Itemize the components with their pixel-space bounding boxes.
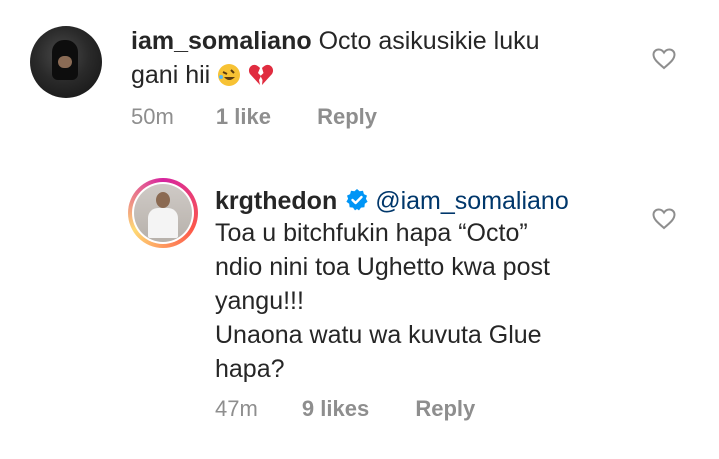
- avatar[interactable]: [30, 26, 102, 98]
- heart-icon[interactable]: [652, 48, 676, 70]
- reply-username[interactable]: krgthedon: [215, 187, 337, 215]
- comment-text-line-1: iam_somaliano Octo asikusikie luku: [131, 24, 540, 58]
- reply-likes[interactable]: 9 likes: [302, 396, 369, 422]
- reply-text-line-1: Toa u bitchfukin hapa “Octo”: [215, 219, 528, 247]
- reply-text-line-2: ndio nini toa Ughetto kwa post: [215, 253, 550, 281]
- broken-heart-icon: [249, 64, 274, 85]
- reply-text-line-5: hapa?: [215, 355, 285, 383]
- reply-button[interactable]: Reply: [317, 104, 377, 130]
- reply-meta: 47m 9 likes Reply: [215, 396, 475, 422]
- rolling-on-floor-laughing-icon: [218, 64, 241, 86]
- comment-1: iam_somaliano Octo asikusikie luku gani …: [0, 0, 719, 150]
- avatar[interactable]: [134, 184, 192, 242]
- comment-meta: 50m 1 like Reply: [131, 104, 377, 130]
- reply-text-line-3: yangu!!!: [215, 287, 304, 315]
- avatar-head: [156, 192, 170, 208]
- avatar-body: [148, 208, 178, 238]
- verified-badge-icon: [346, 189, 368, 211]
- reply-button[interactable]: Reply: [415, 396, 475, 422]
- reply-header: krgthedon @iam_somaliano: [215, 184, 569, 218]
- comment-2: krgthedon @iam_somaliano Toa u bitchfuki…: [0, 170, 719, 459]
- reply-text-line-4: Unaona watu wa kuvuta Glue: [215, 321, 542, 349]
- comment-text: Octo asikusikie luku: [318, 27, 540, 55]
- reply-time: 47m: [215, 396, 258, 421]
- comment-username[interactable]: iam_somaliano: [131, 27, 312, 55]
- comment-text-line-2: gani hii: [131, 58, 274, 92]
- mention-link[interactable]: @iam_somaliano: [375, 187, 569, 215]
- comment-time: 50m: [131, 104, 174, 129]
- comment-text: gani hii: [131, 61, 211, 89]
- avatar-hand: [58, 56, 72, 68]
- comment-likes[interactable]: 1 like: [216, 104, 271, 130]
- heart-icon[interactable]: [652, 208, 676, 230]
